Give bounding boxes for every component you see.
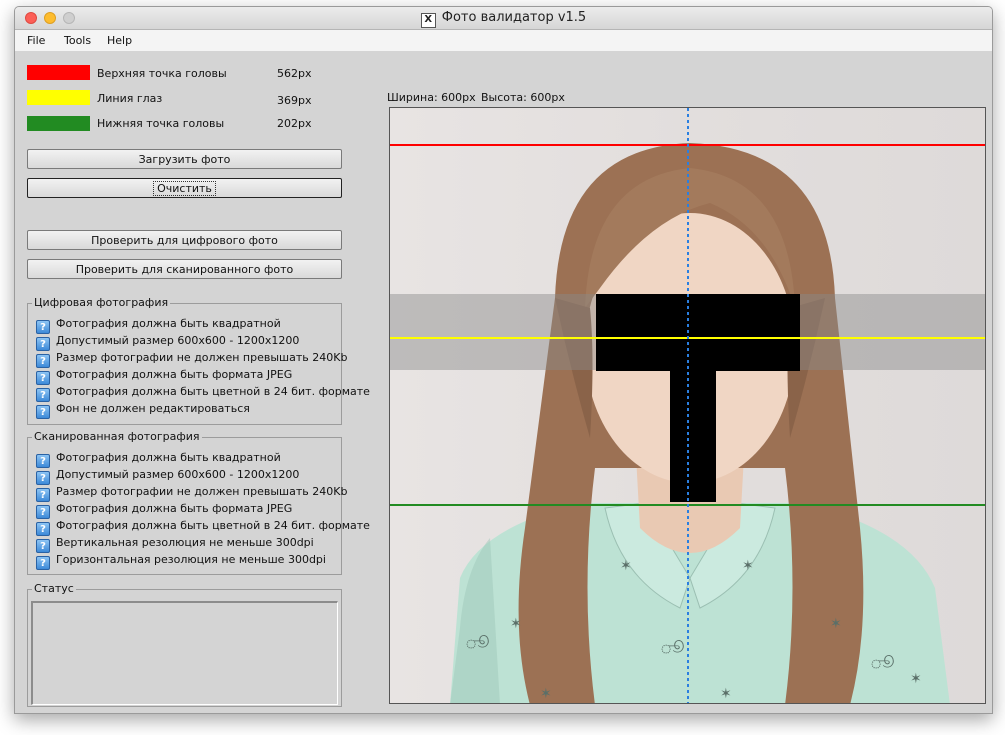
question-icon[interactable]: ?	[36, 320, 50, 334]
question-icon[interactable]: ?	[36, 454, 50, 468]
rule-text: Фотография должна быть квадратной	[56, 317, 281, 330]
top-of-head-label: Верхняя точка головы	[97, 67, 227, 80]
rule-item: ? Фотография должна быть цветной в 24 бит…	[36, 385, 370, 402]
rule-text: Размер фотографии не должен превышать 24…	[56, 485, 348, 498]
photo-svg: ✶ ✶ ✶ ✶ ✶ ✶ ✶ ூ ூ ூ	[390, 108, 985, 703]
svg-text:✶: ✶	[620, 558, 632, 574]
app-window: X Фото валидатор v1.5 File Tools Help Вер…	[14, 6, 993, 714]
menu-bar: File Tools Help	[15, 30, 992, 51]
svg-text:✶: ✶	[910, 671, 922, 687]
scanned-photo-group: Сканированная фотография ? Фотография дол…	[27, 430, 370, 575]
rule-text: Допустимый размер 600х600 - 1200х1200	[56, 334, 300, 347]
photo-canvas[interactable]: ✶ ✶ ✶ ✶ ✶ ✶ ✶ ூ ூ ூ	[389, 107, 986, 704]
clear-button-label: Очистить	[153, 181, 216, 196]
status-output	[31, 601, 338, 705]
nose-censor-bar	[670, 371, 716, 502]
eye-line-swatch	[27, 90, 90, 105]
menu-file[interactable]: File	[27, 34, 45, 47]
eye-censor-bar	[596, 294, 800, 371]
check-scanned-button[interactable]: Проверить для сканированного фото	[27, 259, 342, 279]
question-icon[interactable]: ?	[36, 388, 50, 402]
rule-text: Размер фотографии не должен превышать 24…	[56, 351, 348, 364]
rule-item: ? Фотография должна быть квадратной	[36, 317, 281, 334]
status-group: Статус	[27, 582, 342, 707]
menu-help[interactable]: Help	[107, 34, 132, 47]
rule-text: Фотография должна быть формата JPEG	[56, 502, 293, 515]
top-of-head-swatch	[27, 65, 90, 80]
clear-button[interactable]: Очистить	[27, 178, 342, 198]
rule-text: Фотография должна быть цветной в 24 бит.…	[56, 519, 370, 532]
eye-line-label: Линия глаз	[97, 92, 163, 105]
svg-text:ூ: ூ	[465, 633, 489, 652]
rule-text: Горизонтальная резолюция не меньше 300dp…	[56, 553, 326, 566]
status-group-title: Статус	[32, 582, 76, 595]
svg-text:ூ: ூ	[660, 638, 684, 657]
question-icon[interactable]: ?	[36, 522, 50, 536]
rule-item: ? Фотография должна быть формата JPEG	[36, 368, 293, 385]
photo-height-label: Высота: 600px	[481, 91, 565, 104]
svg-text:ூ: ூ	[870, 653, 894, 672]
load-photo-button[interactable]: Загрузить фото	[27, 149, 342, 169]
rule-item: ? Размер фотографии не должен превышать 2…	[36, 485, 348, 502]
rule-text: Фотография должна быть цветной в 24 бит.…	[56, 385, 370, 398]
rule-item: ? Горизонтальная резолюция не меньше 300d…	[36, 553, 326, 570]
rule-item: ? Вертикальная резолюция не меньше 300dpi	[36, 536, 314, 553]
bottom-of-head-label: Нижняя точка головы	[97, 117, 225, 130]
svg-text:✶: ✶	[830, 616, 842, 632]
bottom-of-head-swatch	[27, 116, 90, 131]
bottom-of-head-value: 202px	[277, 117, 312, 130]
title-bar: X Фото валидатор v1.5	[15, 7, 992, 30]
svg-text:✶: ✶	[510, 616, 522, 632]
scanned-group-title: Сканированная фотография	[32, 430, 202, 443]
question-icon[interactable]: ?	[36, 488, 50, 502]
window-title-text: Фото валидатор v1.5	[441, 10, 587, 25]
question-icon[interactable]: ?	[36, 405, 50, 419]
question-icon[interactable]: ?	[36, 556, 50, 570]
digital-photo-group: Цифровая фотография ? Фотография должна б…	[27, 296, 370, 425]
check-digital-button[interactable]: Проверить для цифрового фото	[27, 230, 342, 250]
question-icon[interactable]: ?	[36, 337, 50, 351]
x11-icon: X	[420, 13, 436, 28]
rule-text: Фотография должна быть квадратной	[56, 451, 281, 464]
menu-tools[interactable]: Tools	[64, 34, 91, 47]
rule-item: ? Фотография должна быть цветной в 24 бит…	[36, 519, 370, 536]
rule-item: ? Фон не должен редактироваться	[36, 402, 250, 419]
svg-text:✶: ✶	[540, 686, 552, 702]
photo-width-label: Ширина: 600px	[387, 91, 476, 104]
rule-text: Допустимый размер 600х600 - 1200х1200	[56, 468, 300, 481]
question-icon[interactable]: ?	[36, 471, 50, 485]
rule-text: Фон не должен редактироваться	[56, 402, 250, 415]
rule-item: ? Допустимый размер 600х600 - 1200х1200	[36, 468, 300, 485]
rule-text: Фотография должна быть формата JPEG	[56, 368, 293, 381]
eye-line-value: 369px	[277, 94, 312, 107]
rule-item: ? Фотография должна быть формата JPEG	[36, 502, 293, 519]
rule-item: ? Фотография должна быть квадратной	[36, 451, 281, 468]
svg-text:✶: ✶	[742, 558, 754, 574]
question-icon[interactable]: ?	[36, 539, 50, 553]
top-of-head-value: 562px	[277, 67, 312, 80]
window-title: X Фото валидатор v1.5	[15, 10, 992, 28]
question-icon[interactable]: ?	[36, 505, 50, 519]
question-icon[interactable]: ?	[36, 354, 50, 368]
question-icon[interactable]: ?	[36, 371, 50, 385]
rule-item: ? Допустимый размер 600х600 - 1200х1200	[36, 334, 300, 351]
svg-text:✶: ✶	[720, 686, 732, 702]
digital-group-title: Цифровая фотография	[32, 296, 171, 309]
rule-text: Вертикальная резолюция не меньше 300dpi	[56, 536, 314, 549]
rule-item: ? Размер фотографии не должен превышать 2…	[36, 351, 348, 368]
